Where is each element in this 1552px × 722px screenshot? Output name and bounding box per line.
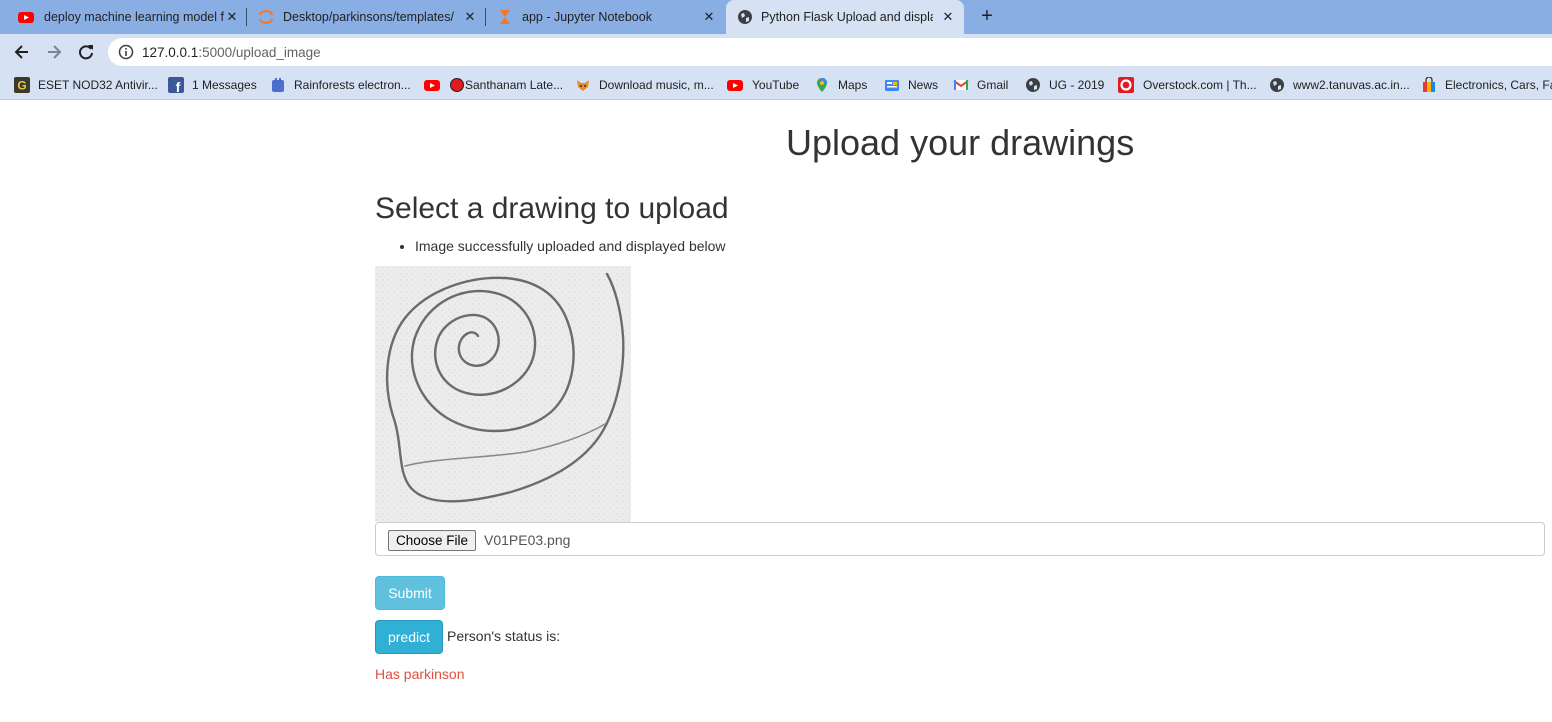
tab-strip: deploy machine learning model f ✕ Deskto… bbox=[0, 0, 1552, 34]
choose-file-button[interactable]: Choose File bbox=[388, 530, 477, 551]
flash-messages: Image successfully uploaded and displaye… bbox=[398, 238, 726, 254]
jupyter-icon bbox=[259, 10, 273, 24]
overstock-icon bbox=[1118, 77, 1134, 93]
bookmark-label: 1 Messages bbox=[192, 78, 257, 92]
eset-icon: G bbox=[14, 77, 30, 93]
info-icon[interactable] bbox=[118, 44, 134, 60]
selected-file-name: V01PE03.png bbox=[484, 532, 571, 548]
tab-title: app - Jupyter Notebook bbox=[522, 10, 652, 24]
bookmark-label: Electronics, Cars, Fa... bbox=[1445, 78, 1552, 92]
browser-toolbar: 127.0.0.1:5000/upload_image bbox=[0, 34, 1552, 70]
predict-button[interactable]: predict bbox=[375, 620, 443, 654]
tab-separator bbox=[485, 8, 486, 26]
globe-icon bbox=[738, 10, 752, 24]
file-input[interactable]: Choose File V01PE03.png bbox=[375, 522, 1545, 556]
youtube-icon bbox=[18, 12, 34, 23]
prediction-result: Has parkinson bbox=[375, 666, 465, 682]
close-icon[interactable]: ✕ bbox=[701, 9, 717, 25]
close-icon[interactable]: ✕ bbox=[462, 9, 478, 25]
tab-jupyter-app[interactable]: app - Jupyter Notebook ✕ bbox=[487, 0, 725, 34]
submit-button[interactable]: Submit bbox=[375, 576, 445, 610]
bookmark-label: www2.tanuvas.ac.in... bbox=[1293, 78, 1410, 92]
tab-title: Python Flask Upload and display bbox=[761, 10, 933, 24]
tab-flask-upload[interactable]: Python Flask Upload and display ✕ bbox=[726, 0, 964, 34]
bookmark-label: Overstock.com | Th... bbox=[1143, 78, 1257, 92]
bookmark-label: ESET NOD32 Antivir... bbox=[38, 78, 158, 92]
tab-title: Desktop/parkinsons/templates/ bbox=[283, 10, 454, 24]
upload-subtitle: Select a drawing to upload bbox=[375, 192, 729, 225]
address-bar[interactable]: 127.0.0.1:5000/upload_image bbox=[108, 38, 1552, 66]
svg-text:G: G bbox=[17, 79, 26, 93]
hourglass-icon bbox=[500, 10, 510, 24]
youtube-icon bbox=[424, 80, 440, 91]
flash-message: Image successfully uploaded and displaye… bbox=[415, 238, 726, 254]
bookmark-label: Rainforests electron... bbox=[294, 78, 411, 92]
close-icon[interactable]: ✕ bbox=[940, 9, 956, 25]
bookmark-label: YouTube bbox=[752, 78, 800, 92]
tab-title: deploy machine learning model f bbox=[44, 10, 224, 24]
bookmark-label: Gmail bbox=[977, 78, 1009, 92]
uploaded-drawing-image bbox=[375, 266, 631, 522]
back-arrow-icon[interactable] bbox=[12, 42, 32, 62]
page-content: Upload your drawings Select a drawing to… bbox=[0, 101, 1552, 722]
red-circle-icon bbox=[450, 78, 464, 92]
bookmark-label: News bbox=[908, 78, 939, 92]
bookmark-label: Maps bbox=[838, 78, 868, 92]
url-path: :5000/upload_image bbox=[198, 45, 321, 60]
news-icon bbox=[885, 80, 899, 91]
close-icon[interactable]: ✕ bbox=[224, 9, 240, 25]
youtube-icon bbox=[727, 80, 743, 91]
fox-icon bbox=[577, 80, 589, 91]
url-host: 127.0.0.1 bbox=[142, 45, 199, 60]
gmail-icon bbox=[953, 80, 969, 90]
svg-text:f: f bbox=[176, 79, 181, 93]
page-title: Upload your drawings bbox=[786, 122, 1135, 163]
tab-jupyter-templates[interactable]: Desktop/parkinsons/templates/ ✕ bbox=[248, 0, 486, 34]
bookmark-label: UG - 2019 bbox=[1049, 78, 1105, 92]
bookmark-label: Santhanam Late... bbox=[465, 78, 564, 92]
status-label: Person's status is: bbox=[447, 628, 561, 644]
bookmark-label: Download music, m... bbox=[599, 78, 714, 92]
forward-arrow-icon[interactable] bbox=[44, 42, 64, 62]
reload-icon[interactable] bbox=[76, 42, 96, 62]
new-tab-button[interactable]: + bbox=[976, 6, 998, 28]
url-text: 127.0.0.1:5000/upload_image bbox=[142, 45, 321, 60]
bookmarks-bar: G ESET NOD32 Antivir... f 1 Messages Rai… bbox=[0, 70, 1552, 100]
shopping-bag-icon bbox=[1423, 77, 1435, 92]
tab-youtube[interactable]: deploy machine learning model f ✕ bbox=[0, 0, 247, 34]
globe-icon bbox=[1270, 78, 1284, 92]
facebook-icon: f bbox=[168, 77, 184, 93]
bookmark-app-icon bbox=[272, 78, 284, 92]
maps-pin-icon bbox=[817, 78, 827, 92]
tab-separator bbox=[246, 8, 247, 26]
globe-icon bbox=[1026, 78, 1040, 92]
